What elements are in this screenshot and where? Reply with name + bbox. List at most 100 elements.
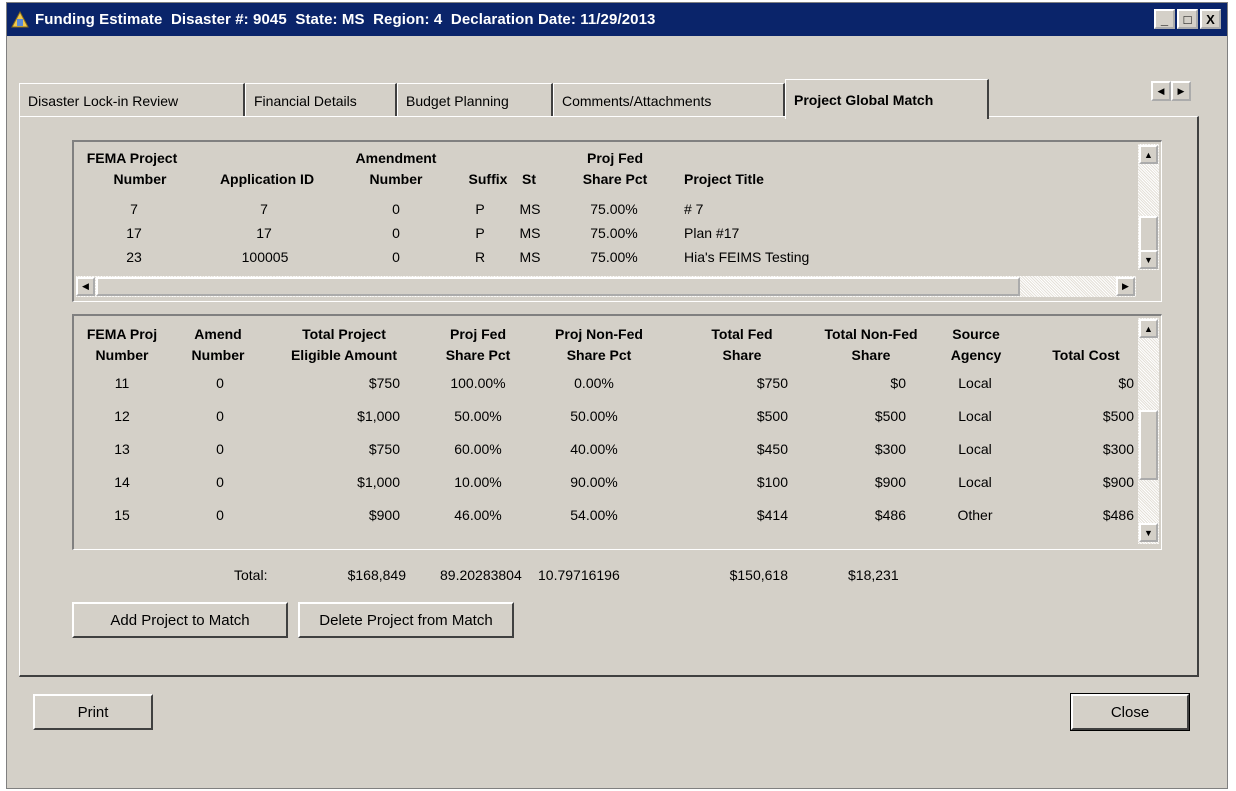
cell-nonfed-pct: 0.00% — [574, 375, 614, 391]
header-st[interactable]: St — [514, 169, 544, 190]
right-arrow-icon: ▶ — [1122, 281, 1129, 291]
cell-fed-pct: 10.00% — [454, 474, 502, 490]
tab-scroll-buttons: ◀ ▶ — [1151, 81, 1191, 101]
cell-suffix: P — [475, 225, 485, 241]
funding-estimate-window: Funding Estimate Disaster #: 9045 State:… — [6, 2, 1228, 789]
total-fed-pct: 89.20283804 — [440, 567, 522, 583]
header-line: Number — [369, 171, 423, 187]
header-line: Amendment — [355, 150, 437, 166]
project-match-grid[interactable]: FEMA Proj Number Amend Number Total Proj… — [72, 314, 1162, 550]
header-total-project-eligible-amount[interactable]: Total Project Eligible Amount — [264, 324, 424, 366]
tab-scroll-left-button[interactable]: ◀ — [1151, 81, 1171, 101]
cell-nonfed: $900 — [874, 474, 906, 490]
scroll-thumb[interactable] — [1139, 410, 1158, 480]
print-button[interactable]: Print — [33, 694, 153, 730]
cell-fed-pct: 60.00% — [454, 441, 502, 457]
right-arrow-icon: ▶ — [1177, 85, 1185, 96]
cell-st: MS — [519, 225, 541, 241]
scroll-down-button[interactable]: ▼ — [1139, 523, 1158, 542]
header-line: Total Fed — [711, 326, 773, 342]
minimize-button[interactable]: _ — [1154, 9, 1175, 29]
scroll-up-button[interactable]: ▲ — [1139, 319, 1158, 338]
scroll-left-button[interactable]: ◀ — [76, 277, 95, 296]
tab-comments-attachments[interactable]: Comments/Attachments — [553, 83, 785, 117]
scroll-thumb[interactable] — [96, 277, 1020, 296]
title-bar[interactable]: Funding Estimate Disaster #: 9045 State:… — [7, 3, 1227, 36]
header-line: Eligible Amount — [290, 347, 398, 363]
match-vertical-scrollbar[interactable]: ▲ ▼ — [1138, 318, 1159, 544]
down-arrow-icon: ▼ — [1144, 254, 1153, 265]
cell-cost: $300 — [1102, 441, 1134, 457]
tab-budget-planning[interactable]: Budget Planning — [397, 83, 553, 117]
header-line: Share Pct — [566, 347, 632, 363]
header-suffix[interactable]: Suffix — [462, 169, 514, 190]
maximize-button[interactable]: □ — [1177, 9, 1198, 29]
header-project-title[interactable]: Project Title — [684, 169, 804, 190]
button-label: Delete Project from Match — [319, 611, 493, 629]
tab-label: Comments/Attachments — [562, 92, 712, 109]
scroll-right-button[interactable]: ▶ — [1116, 277, 1135, 296]
cell-cost: $0 — [1118, 375, 1134, 391]
header-total-non-fed-share[interactable]: Total Non-Fed Share — [806, 324, 936, 366]
projects-horizontal-scrollbar[interactable]: ◀ ▶ — [76, 276, 1136, 297]
maximize-icon: □ — [1183, 11, 1192, 27]
minimize-icon: _ — [1160, 11, 1169, 27]
cell-nonfed: $0 — [890, 375, 906, 391]
up-arrow-icon: ▲ — [1144, 149, 1153, 160]
cell-nonfed: $500 — [874, 408, 906, 424]
left-arrow-icon: ◀ — [1157, 85, 1165, 96]
tab-scroll-right-button[interactable]: ▶ — [1171, 81, 1191, 101]
header-amendment-number[interactable]: Amendment Number — [336, 148, 456, 190]
cell-nonfed: $300 — [874, 441, 906, 457]
cell-nonfed-pct: 54.00% — [570, 507, 618, 523]
header-amend-number[interactable]: Amend Number — [178, 324, 258, 366]
header-line: Number — [95, 347, 149, 363]
close-icon: X — [1206, 11, 1215, 27]
header-fema-proj-number[interactable]: FEMA Proj Number — [76, 324, 168, 366]
scroll-up-button[interactable]: ▲ — [1139, 145, 1158, 164]
projects-vertical-scrollbar[interactable]: ▲ ▼ — [1138, 144, 1159, 270]
cell-amend: 0 — [392, 249, 400, 265]
scroll-down-button[interactable]: ▼ — [1139, 250, 1158, 269]
cell-fed: $750 — [756, 375, 788, 391]
button-label: Add Project to Match — [110, 611, 250, 629]
cell-pct: 75.00% — [590, 249, 638, 265]
totals-label: Total: — [234, 567, 268, 583]
cell-nonfed: $486 — [874, 507, 906, 523]
cell-title: Plan #17 — [684, 225, 740, 241]
add-project-to-match-button[interactable]: Add Project to Match — [72, 602, 288, 638]
header-proj-fed-share-pct[interactable]: Proj Fed Share Pct — [428, 324, 528, 366]
delete-project-from-match-button[interactable]: Delete Project from Match — [298, 602, 514, 638]
header-line: Proj Fed — [586, 150, 643, 166]
cell-cost: $486 — [1102, 507, 1134, 523]
header-source-agency[interactable]: Source Agency — [936, 324, 1016, 366]
header-proj-non-fed-share-pct[interactable]: Proj Non-Fed Share Pct — [536, 324, 662, 366]
cell-nonfed-pct: 40.00% — [570, 441, 618, 457]
cell-cost: $900 — [1102, 474, 1134, 490]
close-button[interactable]: Close — [1070, 693, 1190, 731]
header-fema-project-number[interactable]: FEMA Project Number — [78, 148, 186, 190]
cell-amend: 0 — [216, 441, 224, 457]
header-line: Source — [952, 326, 1000, 342]
cell-suffix: P — [475, 201, 485, 217]
tab-project-global-match[interactable]: Project Global Match — [785, 79, 989, 119]
header-application-id[interactable]: Application ID — [202, 169, 332, 190]
header-total-cost[interactable]: Total Cost — [1036, 345, 1136, 366]
left-arrow-icon: ◀ — [82, 281, 89, 291]
cell-eligible: $1,000 — [357, 408, 400, 424]
cell-fed: $500 — [756, 408, 788, 424]
header-line: Total Project — [302, 326, 386, 342]
header-line: Share — [722, 347, 762, 363]
header-total-fed-share[interactable]: Total Fed Share — [692, 324, 792, 366]
header-line: Amend — [194, 326, 242, 342]
close-window-button[interactable]: X — [1200, 9, 1221, 29]
scroll-thumb[interactable] — [1139, 216, 1158, 252]
header-line: FEMA Project — [86, 150, 178, 166]
projects-grid[interactable]: FEMA Project Number Application ID Amend… — [72, 140, 1162, 302]
header-proj-fed-share-pct[interactable]: Proj Fed Share Pct — [562, 148, 668, 190]
tab-disaster-lock-in-review[interactable]: Disaster Lock-in Review — [19, 83, 245, 117]
cell-fed: $450 — [756, 441, 788, 457]
cell-suffix: R — [474, 249, 486, 265]
cell-nonfed-pct: 90.00% — [570, 474, 618, 490]
tab-financial-details[interactable]: Financial Details — [245, 83, 397, 117]
